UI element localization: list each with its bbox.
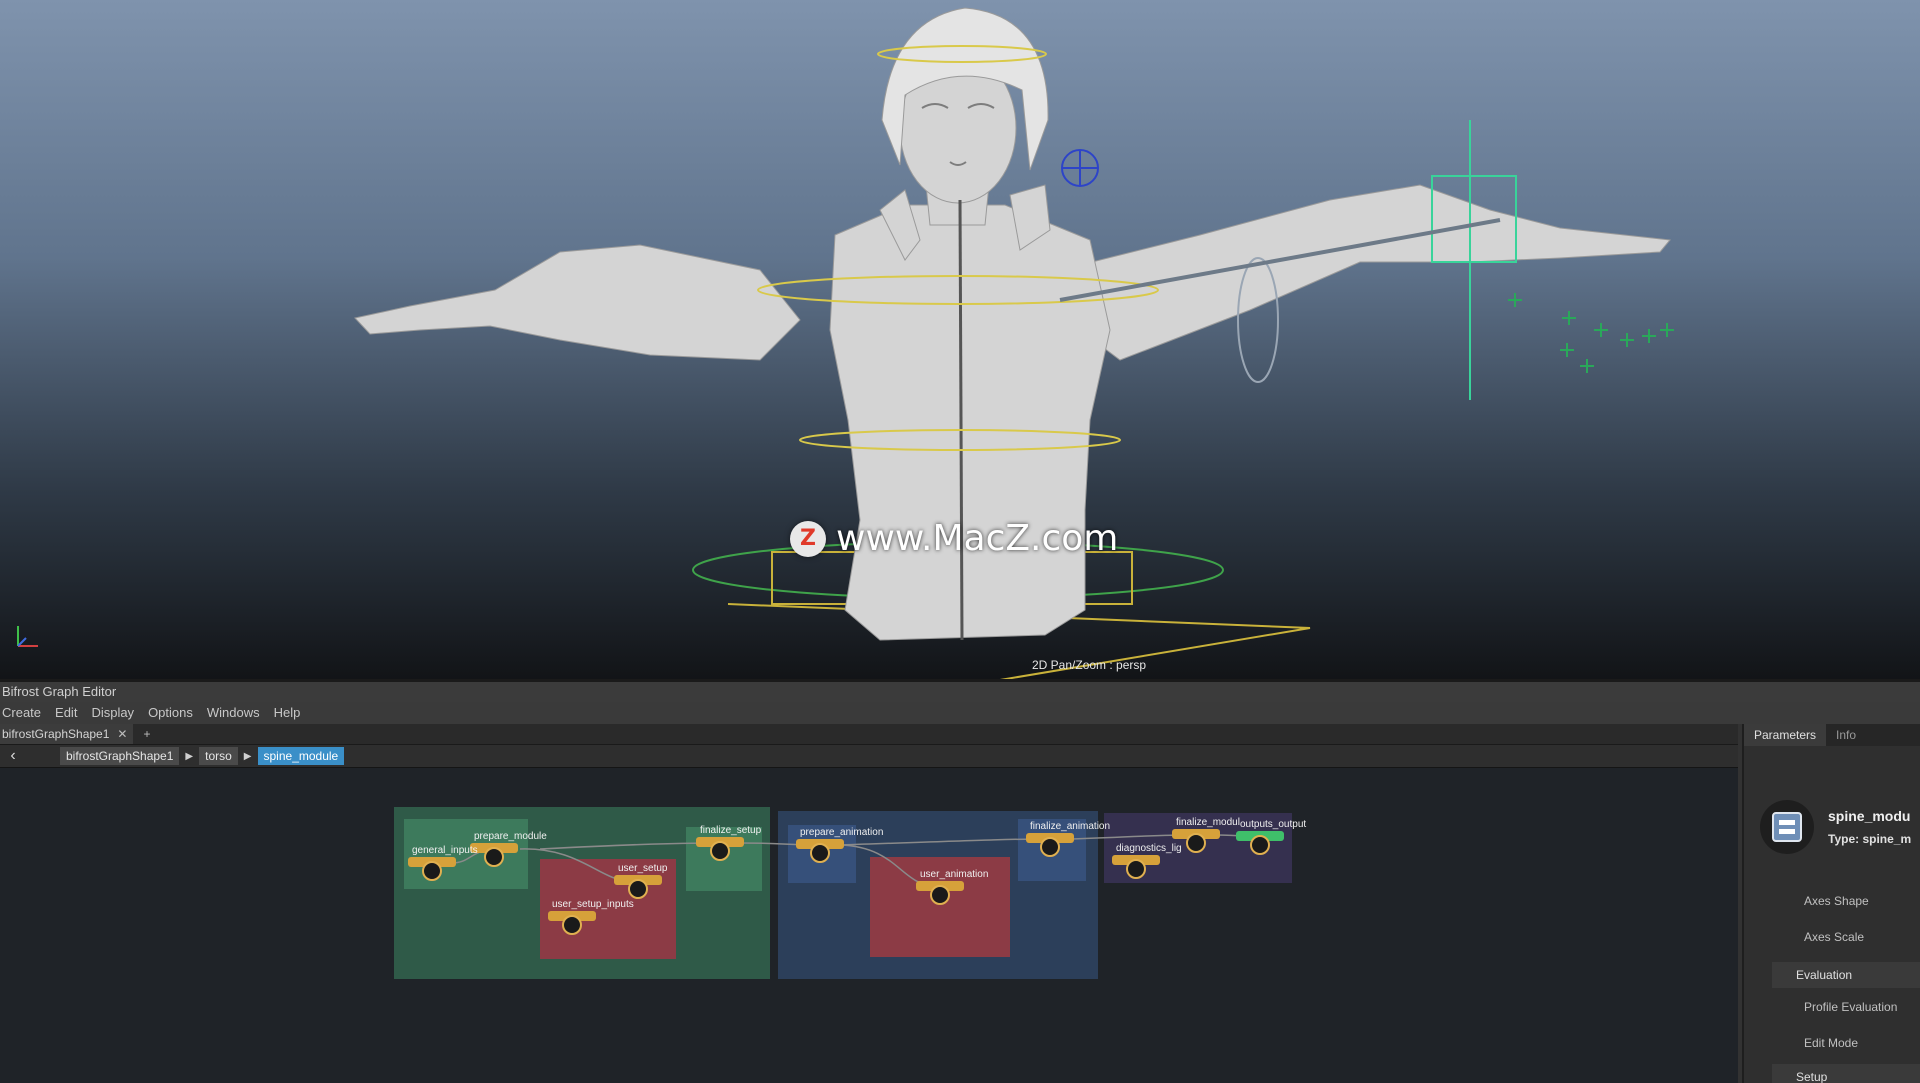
watermark-logo: Z (790, 520, 826, 557)
param-axes-scale[interactable]: Axes Scale (1744, 924, 1920, 950)
3d-viewport[interactable]: Z www.MacZ.com 2D Pan/Zoom : persp (0, 0, 1920, 679)
node-type: Type: spine_m (1828, 832, 1912, 846)
breadcrumb-separator-icon: ▶ (243, 750, 252, 762)
jacket-zipper (958, 199, 964, 641)
compound-node-icon (1760, 800, 1814, 854)
breadcrumb-item-torso[interactable]: torso (199, 747, 238, 765)
menu-edit[interactable]: Edit (53, 702, 89, 724)
editor-title: Bifrost Graph Editor (0, 682, 1920, 702)
menu-create[interactable]: Create (0, 702, 53, 724)
graph-node-label: general_inputs (412, 845, 478, 856)
graph-node-label: user_animation (920, 869, 988, 880)
graph-node-label: prepare_module (474, 831, 547, 842)
menu-bar: Create Edit Display Options Windows Help (0, 702, 1920, 724)
tab-parameters[interactable]: Parameters (1744, 724, 1827, 746)
breadcrumb-separator-icon: ▶ (185, 750, 194, 762)
menu-options[interactable]: Options (146, 702, 205, 724)
node-graph-canvas[interactable]: prepare_module general_inputs user_setupus… (0, 767, 1738, 1083)
tab-label: bifrostGraphShape1 (2, 727, 110, 741)
param-edit-mode[interactable]: Edit Mode (1744, 1030, 1920, 1056)
graph-node-label: finalize_animation (1030, 821, 1110, 832)
graph-node-label: outputs_output (1240, 819, 1306, 830)
param-profile-evaluation[interactable]: Profile Evaluation (1744, 994, 1920, 1020)
menu-help[interactable]: Help (272, 702, 313, 724)
graph-node-label: diagnostics_lig (1116, 843, 1182, 854)
bifrost-graph-editor: Bifrost Graph Editor Create Edit Display… (0, 679, 1920, 1083)
camera-label: 2D Pan/Zoom : persp (1032, 658, 1147, 672)
graph-node-label: prepare_animation (800, 827, 883, 838)
add-tab-button[interactable]: + (133, 727, 160, 741)
node-header: spine_modu Type: spine_m (1760, 800, 1911, 854)
watermark: Z www.MacZ.com (790, 518, 1118, 559)
menu-windows[interactable]: Windows (205, 702, 272, 724)
node-name: spine_modu (1828, 808, 1911, 824)
watermark-text: www.MacZ.com (836, 518, 1119, 559)
back-arrow-icon[interactable]: ‹ (0, 747, 26, 765)
section-evaluation[interactable]: Evaluation (1772, 962, 1920, 988)
graph-node-label: finalize_setup (700, 825, 762, 836)
axis-gizmo-icon (17, 626, 38, 647)
graph-area: bifrostGraphShape1 ✕ + ‹ bifrostGraphSha… (0, 724, 1738, 1083)
graph-tab-bar: bifrostGraphShape1 ✕ + (0, 724, 1738, 745)
tab-info[interactable]: Info (1826, 724, 1866, 746)
graph-node-label: user_setup_inputs (552, 899, 634, 910)
breadcrumb-item-spine-module[interactable]: spine_module (257, 747, 345, 765)
breadcrumb: ‹ bifrostGraphShape1 ▶ torso ▶ spine_mod… (0, 745, 1738, 768)
panel-tabs: Parameters Info (1744, 724, 1920, 746)
tab-bifrost-graph-shape[interactable]: bifrostGraphShape1 ✕ (0, 724, 134, 744)
section-setup[interactable]: Setup (1772, 1064, 1920, 1083)
menu-display[interactable]: Display (89, 702, 146, 724)
finger-locators[interactable] (1508, 293, 1674, 373)
param-axes-shape[interactable]: Axes Shape (1744, 888, 1920, 914)
close-icon[interactable]: ✕ (117, 724, 127, 744)
graph-node-label: user_setup (618, 863, 668, 874)
graph-node-label: finalize_modul (1176, 817, 1240, 828)
parameters-panel: Parameters Info spine_modu Type: spine_m… (1742, 724, 1920, 1083)
breadcrumb-item-graph[interactable]: bifrostGraphShape1 (60, 747, 180, 765)
character-model-scene[interactable] (0, 0, 1920, 679)
